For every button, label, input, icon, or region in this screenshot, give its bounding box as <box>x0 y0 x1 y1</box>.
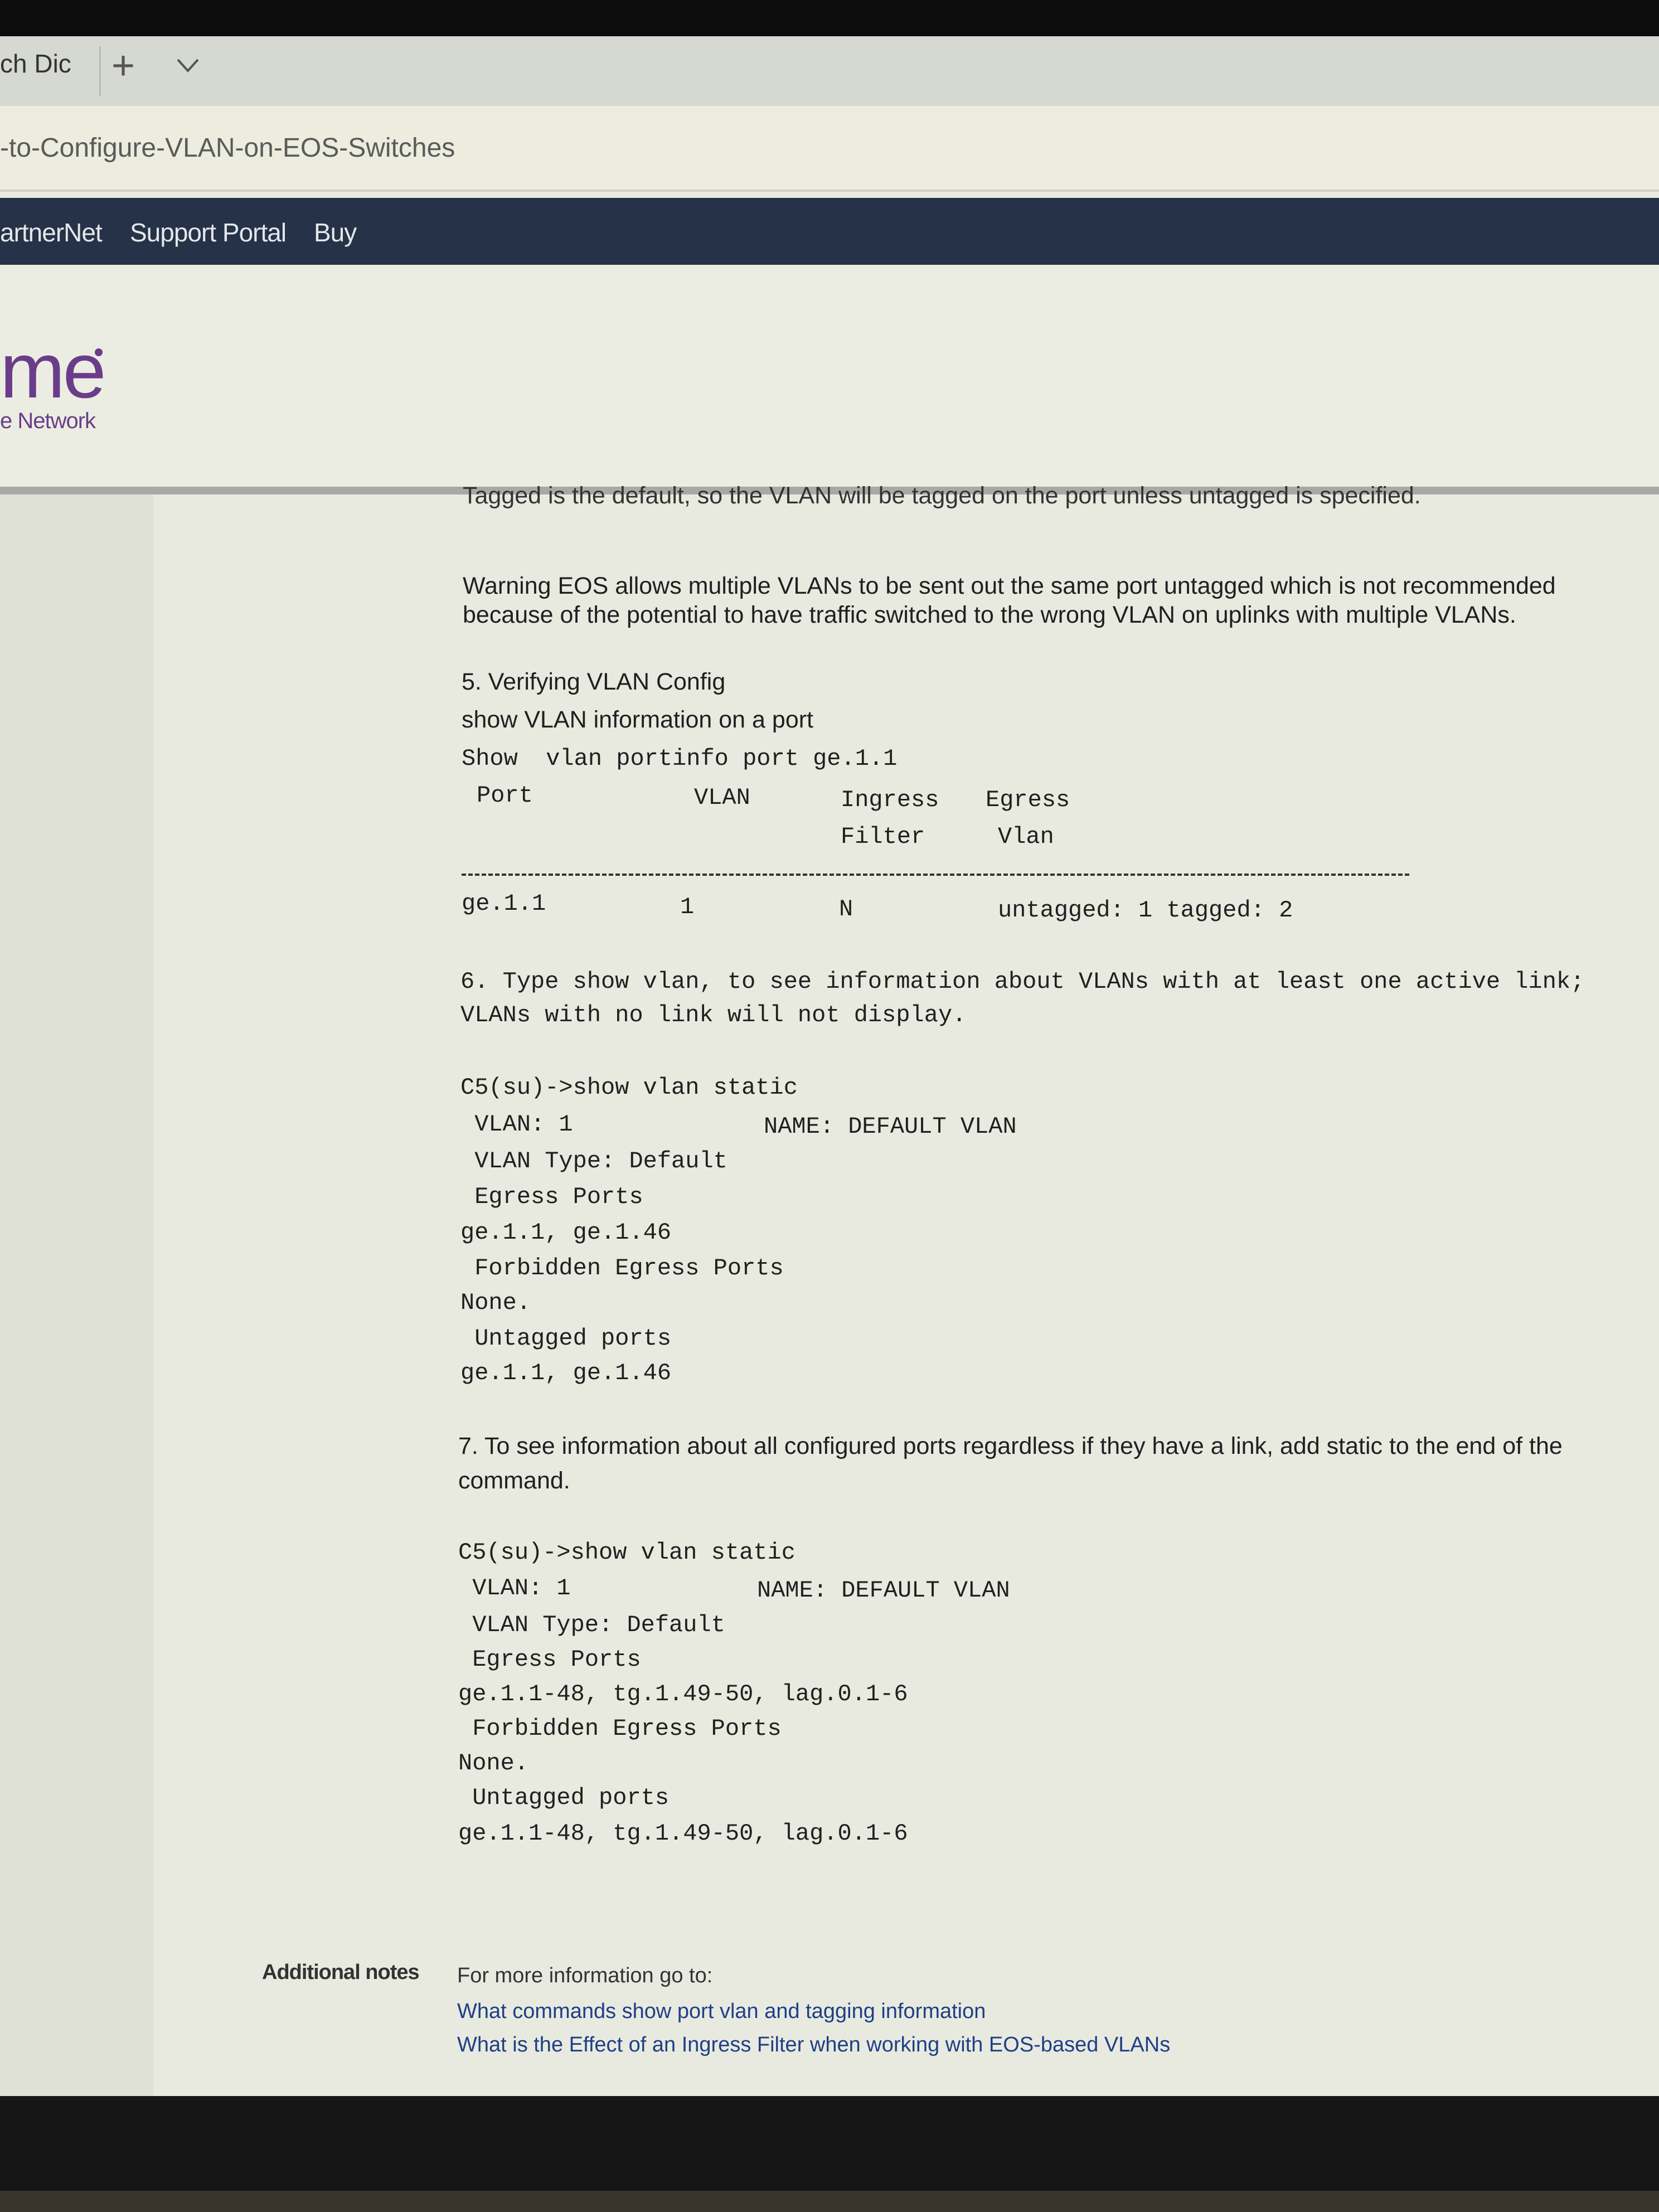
row-ingress-filter: N <box>839 896 853 923</box>
block1-forbidden-label: Forbidden Egress Ports <box>460 1255 784 1282</box>
browser-screen: ch Dic + -to-Configure-VLAN-on-EOS-Switc… <box>0 36 1659 2110</box>
notes-intro: For more information go to: <box>457 1964 713 1987</box>
step6-line-1: 6. Type show vlan, to see information ab… <box>460 968 1585 995</box>
block1-forbidden-value: None. <box>460 1289 531 1316</box>
monitor-top-bezel <box>0 0 1659 39</box>
nav-partnernet[interactable]: artnerNet <box>0 217 103 248</box>
header-vlan: VLAN <box>694 784 750 811</box>
header-ingress: Ingress <box>841 787 939 813</box>
block2-untagged-label: Untagged ports <box>458 1784 670 1811</box>
block2-vlan: VLAN: 1 <box>458 1575 571 1602</box>
warning-line-2: because of the potential to have traffic… <box>463 601 1516 628</box>
article-content: Tagged is the default, so the VLAN will … <box>0 482 1659 2110</box>
address-bar[interactable]: -to-Configure-VLAN-on-EOS-Switches <box>0 106 1659 192</box>
block1-type: VLAN Type: Default <box>460 1148 727 1175</box>
row-port: ge.1.1 <box>462 890 546 917</box>
table-dashed-rule <box>462 874 1409 876</box>
header-port: Port <box>477 782 533 809</box>
left-sidebar <box>0 494 153 2110</box>
nav-buy[interactable]: Buy <box>314 217 357 248</box>
step5-subtitle: show VLAN information on a port <box>462 706 813 733</box>
block2-egress-value: ge.1.1-48, tg.1.49-50, lag.0.1-6 <box>458 1681 908 1707</box>
clipped-paragraph: Tagged is the default, so the VLAN will … <box>463 482 1421 509</box>
step6-line-2: VLANs with no link will not display. <box>460 1002 967 1029</box>
block2-forbidden-label: Forbidden Egress Ports <box>458 1715 782 1742</box>
notes-link-port-vlan[interactable]: What commands show port vlan and tagging… <box>457 2000 986 2024</box>
additional-notes-label: Additional notes <box>262 1961 420 1984</box>
new-tab-icon[interactable]: + <box>111 41 135 91</box>
url-text[interactable]: -to-Configure-VLAN-on-EOS-Switches <box>0 133 455 163</box>
tab-strip: ch Dic + <box>0 36 1659 106</box>
block1-egress-value: ge.1.1, ge.1.46 <box>460 1219 672 1246</box>
header-egress: Egress <box>986 787 1070 813</box>
block1-vlan: VLAN: 1 <box>460 1111 573 1138</box>
notes-link-ingress-filter[interactable]: What is the Effect of an Ingress Filter … <box>457 2033 1170 2057</box>
block1-command: C5(su)->show vlan static <box>460 1074 798 1101</box>
logo-dot <box>95 348 103 356</box>
block1-egress-label: Egress Ports <box>460 1183 643 1210</box>
warning-line-1: Warning EOS allows multiple VLANs to be … <box>463 573 1556 599</box>
block2-untagged-value: ge.1.1-48, tg.1.49-50, lag.0.1-6 <box>458 1820 908 1847</box>
block2-type: VLAN Type: Default <box>458 1612 725 1638</box>
step7-line-1: 7. To see information about all configur… <box>458 1433 1563 1459</box>
block2-egress-label: Egress Ports <box>458 1646 641 1673</box>
brand-logo[interactable]: me <box>0 332 106 410</box>
row-vlan: 1 <box>680 894 695 920</box>
header-filter: Filter <box>841 823 925 850</box>
block2-command: C5(su)->show vlan static <box>458 1539 795 1566</box>
chevron-down-icon[interactable] <box>176 53 200 77</box>
step5-title: 5. Verifying VLAN Config <box>462 668 726 695</box>
brand-tagline: e Network <box>0 409 96 433</box>
block1-name: NAME: DEFAULT VLAN <box>764 1113 1017 1140</box>
tab-separator <box>99 46 101 96</box>
logo-band: me e Network <box>0 265 1659 488</box>
block1-untagged-value: ge.1.1, ge.1.46 <box>460 1360 672 1386</box>
tab-title[interactable]: ch Dic <box>0 48 71 79</box>
header-egress-vlan: Vlan <box>998 823 1054 850</box>
site-navigation: artnerNet Support Portal Buy <box>0 198 1659 265</box>
step7-line-2: command. <box>458 1467 570 1494</box>
block1-untagged-label: Untagged ports <box>460 1325 672 1352</box>
nav-support-portal[interactable]: Support Portal <box>130 217 287 248</box>
block2-name: NAME: DEFAULT VLAN <box>757 1577 1010 1604</box>
row-egress-vlan: untagged: 1 tagged: 2 <box>998 897 1293 924</box>
desk-edge <box>0 2191 1659 2212</box>
block2-forbidden-value: None. <box>458 1750 529 1777</box>
step5-command: Show vlan portinfo port ge.1.1 <box>462 745 898 772</box>
